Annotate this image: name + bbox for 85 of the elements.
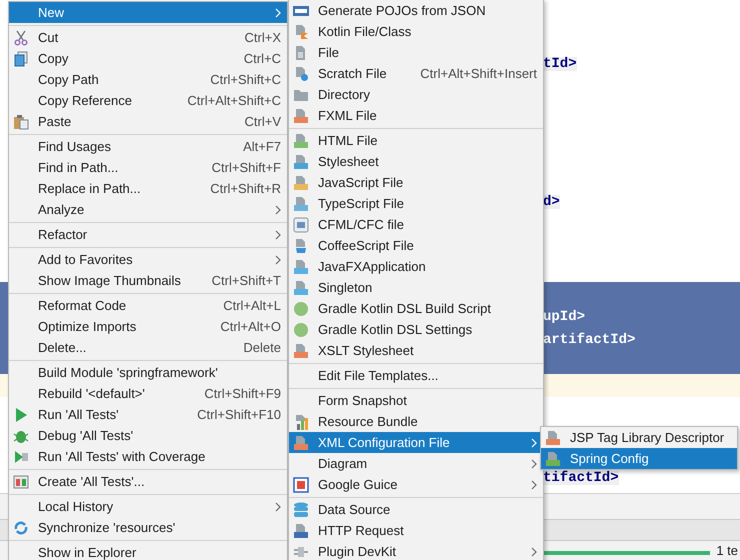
scratch-file-icon [293,66,309,82]
menu-item[interactable]: HTTP Request [289,520,543,541]
menu-item[interactable]: Cut Ctrl+X [9,27,287,48]
resource-bundle-icon [293,414,309,430]
copy-icon [13,50,29,66]
chevron-right-icon [275,8,281,18]
guice-icon [293,476,309,492]
java-file-icon [293,280,309,296]
status-text: 1 te [716,542,738,560]
api-file-icon [293,522,309,538]
scissors-icon [13,30,29,46]
menu-item[interactable]: HTML File [289,130,543,151]
menu-item[interactable]: Rebuild '<default>' Ctrl+Shift+F9 [9,383,287,404]
menu-item[interactable]: Copy Path Ctrl+Shift+C [9,69,287,90]
menu-item[interactable]: Resource Bundle [289,411,543,432]
menu-item[interactable]: Analyze [9,199,287,220]
chevron-right-icon [275,230,281,240]
spring-file-icon [545,450,561,466]
javascript-file-icon [293,174,309,190]
menu-item[interactable]: FXML File [289,105,543,126]
menu-item[interactable]: TypeScript File [289,193,543,214]
paste-icon [13,114,29,130]
menu-item[interactable]: Plugin DevKit [289,541,543,560]
coffee-file-icon [293,238,309,254]
menu-item[interactable]: Show in Explorer [9,542,287,560]
menu-item[interactable]: Refactor [9,224,287,245]
xml-file-icon [545,430,561,446]
chevron-right-icon [275,502,281,512]
menu-item[interactable]: Synchronize 'resources' [9,517,287,538]
chevron-right-icon [531,546,537,556]
gradle-icon [293,300,309,316]
play-icon [13,406,29,422]
menu-item[interactable]: JavaScript File [289,172,543,193]
menu-item[interactable]: Edit File Templates... [289,365,543,386]
menu-item[interactable]: CoffeeScript File [289,235,543,256]
menu-item[interactable]: CFML/CFC file [289,214,543,235]
menu-item[interactable]: New [9,2,287,23]
menu-item[interactable]: File [289,42,543,63]
java-file-icon [293,258,309,274]
menu-item[interactable]: Copy Ctrl+C [9,48,287,69]
menu-item[interactable]: Data Source [289,499,543,520]
menu-item[interactable]: JSP Tag Library Descriptor [541,427,737,448]
menu-item[interactable]: Run 'All Tests' with Coverage [9,446,287,467]
menu-item[interactable]: Directory [289,84,543,105]
menu-item[interactable]: JavaFXApplication [289,256,543,277]
menu-item[interactable]: Form Snapshot [289,390,543,411]
typescript-file-icon [293,196,309,212]
stylesheet-file-icon [293,154,309,170]
xml-file-icon [293,342,309,358]
chevron-right-icon [275,204,281,214]
menu-item[interactable]: Generate POJOs from JSON [289,0,543,21]
menu-item[interactable]: Paste Ctrl+V [9,111,287,132]
xml-file-icon [293,108,309,124]
menu-item[interactable]: Find in Path... Ctrl+Shift+F [9,157,287,178]
chevron-right-icon [275,254,281,264]
chevron-right-icon [531,438,537,448]
menu-item[interactable]: Add to Favorites [9,249,287,270]
menu-item[interactable]: Build Module 'springframework' [9,362,287,383]
html-file-icon [293,132,309,148]
menu-item[interactable]: Singleton [289,277,543,298]
menu-item[interactable]: Local History [9,496,287,517]
menu-item[interactable]: Create 'All Tests'... [9,471,287,492]
menu-item[interactable]: Google Guice [289,474,543,495]
menu-item[interactable]: Spring Config [541,448,737,469]
menu-item[interactable]: Diagram [289,453,543,474]
menu-item[interactable]: Copy Reference Ctrl+Alt+Shift+C [9,90,287,111]
kotlin-file-icon [293,24,309,40]
menu-item[interactable]: XML Configuration File [289,432,543,453]
test-create-icon [13,474,29,490]
menu-item[interactable]: Run 'All Tests' Ctrl+Shift+F10 [9,404,287,425]
chevron-right-icon [531,458,537,468]
menu-item[interactable]: Stylesheet [289,151,543,172]
xml-file-icon [293,434,309,450]
menu-item[interactable]: Replace in Path... Ctrl+Shift+R [9,178,287,199]
menu-item[interactable]: Show Image Thumbnails Ctrl+Shift+T [9,270,287,291]
sync-icon [13,520,29,536]
menu-item[interactable]: Find Usages Alt+F7 [9,136,287,157]
menu-item[interactable]: Debug 'All Tests' [9,425,287,446]
menu-item[interactable]: Scratch File Ctrl+Alt+Shift+Insert [289,63,543,84]
cfml-file-icon [293,216,309,232]
chevron-right-icon [531,480,537,490]
play-coverage-icon [13,448,29,464]
database-icon [293,502,309,518]
gradle-icon [293,322,309,338]
menu-item[interactable]: Kotlin File/Class [289,21,543,42]
